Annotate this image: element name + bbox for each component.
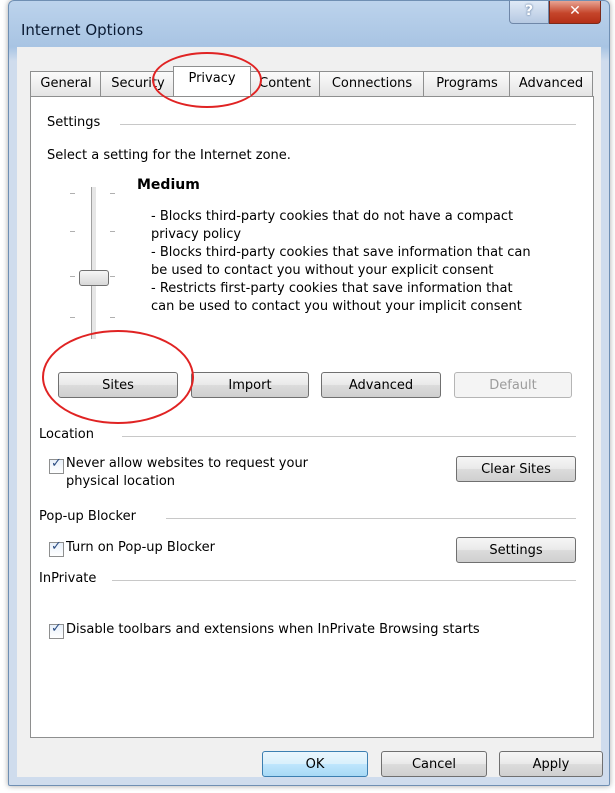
tab-general[interactable]: General [30,71,102,96]
privacy-level-name: Medium [137,177,200,193]
settings-group-label: Settings [47,115,107,130]
slider-tick [70,193,75,194]
default-button[interactable]: Default [454,372,572,398]
description-line: - Blocks third-party cookies that save i… [151,245,531,260]
close-button[interactable]: ✕ [549,1,601,24]
slider-tick [110,276,115,277]
popup-settings-button[interactable]: Settings [456,537,576,563]
zone-prompt: Select a setting for the Internet zone. [47,148,291,163]
inprivate-group-divider [112,580,576,581]
location-group-label: Location [39,427,100,442]
checkmark-icon: ✓ [51,539,62,554]
clear-sites-button[interactable]: Clear Sites [456,456,576,482]
privacy-level-slider-thumb[interactable] [79,270,109,286]
slider-tick [110,231,115,232]
checkmark-icon: ✓ [51,621,62,636]
description-line: privacy policy [151,227,242,242]
tab-content[interactable]: Content [249,71,321,96]
sites-button[interactable]: Sites [58,372,178,398]
description-line: can be used to contact you without your … [151,299,522,314]
inprivate-disable-toolbars-label: Disable toolbars and extensions when InP… [66,622,480,637]
ok-button[interactable]: OK [262,751,368,777]
popup-blocker-checkbox[interactable]: ✓ [49,539,64,557]
never-allow-location-checkbox[interactable]: ✓ [49,456,64,474]
tab-programs[interactable]: Programs [423,71,511,96]
popup-group-label: Pop-up Blocker [39,509,142,524]
window-title: Internet Options [21,21,144,39]
location-group-divider [122,436,576,437]
tab-connections[interactable]: Connections [319,71,425,96]
inprivate-disable-toolbars-checkbox[interactable]: ✓ [49,621,64,639]
tab-advanced[interactable]: Advanced [509,71,593,96]
popup-group-divider [166,518,576,519]
apply-button[interactable]: Apply [499,751,603,777]
settings-group-divider [120,124,576,125]
slider-tick [110,317,115,318]
cancel-button[interactable]: Cancel [381,751,487,777]
inprivate-group-label: InPrivate [39,571,103,586]
tab-security[interactable]: Security [100,71,176,96]
never-allow-location-label: physical location [66,474,176,489]
slider-tick [70,317,75,318]
checkmark-icon: ✓ [51,456,62,471]
popup-blocker-label: Turn on Pop-up Blocker [66,540,215,555]
description-line: - Blocks third-party cookies that do not… [151,209,514,224]
privacy-level-slider-track[interactable] [91,187,97,339]
description-line: be used to contact you without your expl… [151,263,494,278]
import-button[interactable]: Import [191,372,309,398]
slider-tick [70,231,75,232]
never-allow-location-label: Never allow websites to request your [66,456,309,471]
help-button[interactable]: ? [509,1,549,24]
slider-tick [110,193,115,194]
advanced-button[interactable]: Advanced [321,372,441,398]
description-line: - Restricts first-party cookies that sav… [151,281,513,296]
title-bar[interactable]: Internet Options ? ✕ [9,1,609,49]
slider-tick [70,276,75,277]
tab-privacy[interactable]: Privacy [173,66,251,96]
